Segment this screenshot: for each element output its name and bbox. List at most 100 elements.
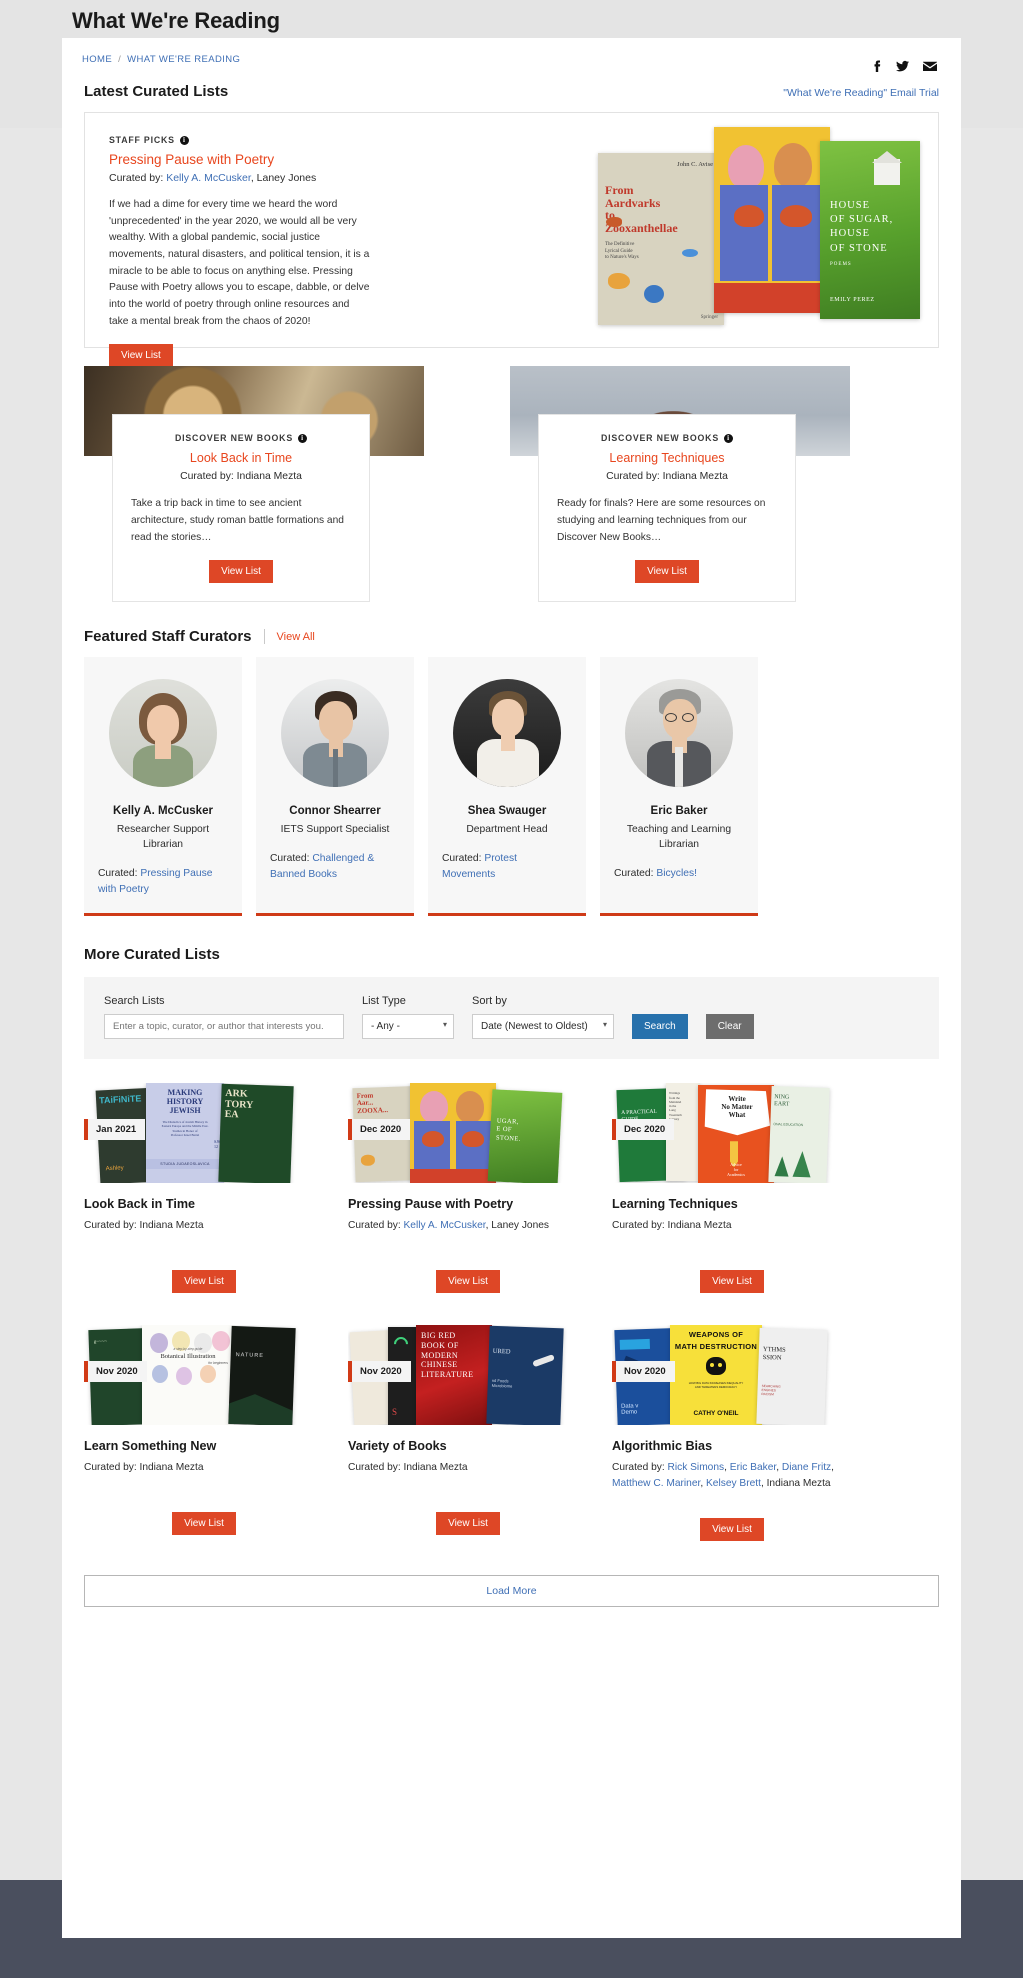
- list-button-wrap: View List: [348, 1256, 588, 1294]
- book-cover: [410, 1083, 496, 1184]
- info-icon[interactable]: i: [724, 433, 734, 443]
- social-links: [871, 60, 937, 73]
- view-list-button[interactable]: View List: [436, 1270, 500, 1294]
- list-card: Data v Demo WEAPONS OF MATH DESTRUCTION H…: [612, 1325, 852, 1541]
- discover-view-list-button[interactable]: View List: [635, 560, 699, 584]
- curator-role: Department Head: [466, 824, 548, 836]
- view-all-curators-link[interactable]: View All: [277, 631, 315, 643]
- date-badge: Nov 2020: [84, 1361, 147, 1383]
- section-title-curators: Featured Staff Curators: [84, 628, 252, 646]
- curator-link[interactable]: Eric Baker: [730, 1462, 776, 1473]
- page-title: What We're Reading: [72, 8, 280, 33]
- curated-list-link[interactable]: Bicycles!: [656, 868, 697, 879]
- info-icon[interactable]: i: [298, 433, 308, 443]
- curator-name: Shea Swauger: [467, 805, 547, 818]
- content-sheet: HOME / WHAT WE'RE READING Latest Curated L…: [62, 38, 961, 1938]
- facebook-icon[interactable]: [871, 60, 882, 73]
- list-type-group: List Type - Any -: [362, 995, 454, 1040]
- discover-kicker: DISCOVER NEW BOOKS i: [557, 433, 777, 443]
- book-cover: UGAR, E OF STONE.: [487, 1089, 563, 1184]
- list-title[interactable]: Algorithmic Bias: [612, 1439, 852, 1453]
- list-title[interactable]: Learning Techniques: [612, 1197, 852, 1211]
- hero-view-list-button[interactable]: View List: [109, 344, 173, 368]
- list-thumbnail: FromAar...ZOOXA... The Definitive Lyrica…: [348, 1083, 588, 1184]
- sort-label: Sort by: [472, 995, 507, 1008]
- list-thumbnail: A PRACTICALGUIDEFORFINDI... Writingsfrom…: [612, 1083, 852, 1184]
- divider: [263, 629, 265, 645]
- curator-link[interactable]: Kelsey Brett: [706, 1478, 761, 1489]
- book-cover-yellow-art: [714, 127, 830, 313]
- discover-description: Ready for finals? Here are some resource…: [557, 498, 766, 543]
- hero-kicker-label: STAFF PICKS: [109, 135, 175, 145]
- search-label: Search Lists: [104, 995, 165, 1008]
- breadcrumb-current[interactable]: WHAT WE'RE READING: [127, 54, 240, 65]
- curated-prefix: Curated by:: [612, 1462, 668, 1474]
- curator-card[interactable]: Connor Shearrer IETS Support Specialist …: [256, 657, 414, 917]
- curated-prefix: Curated:: [98, 868, 141, 880]
- book-cover: MAKING HISTORY JEWISH The Dialectics of Je…: [146, 1083, 224, 1184]
- book-cover: URED nd Foods Microbiome: [486, 1325, 564, 1426]
- hero-text-column: STAFF PICKS i Pressing Pause with Poetry…: [85, 113, 369, 368]
- avatar: [625, 679, 733, 788]
- view-list-button[interactable]: View List: [172, 1270, 236, 1294]
- twitter-icon[interactable]: [896, 60, 909, 73]
- hero-curator-link[interactable]: Kelly A. McCusker: [166, 172, 251, 184]
- load-more-wrap: Load More: [62, 1541, 961, 1637]
- curator-curated: Curated: Challenged & Banned Books: [270, 851, 400, 882]
- curator-link[interactable]: Matthew C. Mariner: [612, 1478, 700, 1489]
- search-button[interactable]: Search: [632, 1014, 688, 1040]
- curator-link[interactable]: Diane Fritz: [782, 1462, 831, 1473]
- list-button-wrap: View List: [84, 1498, 324, 1535]
- view-list-button[interactable]: View List: [436, 1511, 500, 1535]
- clear-button[interactable]: Clear: [705, 1014, 754, 1040]
- search-field-group: Search Lists: [104, 995, 344, 1040]
- hero-title-link[interactable]: Pressing Pause with Poetry: [109, 152, 367, 167]
- curator-name: Connor Shearrer: [289, 805, 381, 818]
- list-title[interactable]: Learn Something New: [84, 1439, 324, 1453]
- discover-kicker-label: DISCOVER NEW BOOKS: [174, 433, 294, 443]
- view-list-button[interactable]: View List: [700, 1270, 764, 1294]
- discover-title-link[interactable]: Look Back in Time: [131, 451, 351, 465]
- more-curated-header: More Curated Lists: [62, 916, 961, 963]
- list-button-wrap: View List: [84, 1256, 324, 1294]
- curator-card[interactable]: Eric Baker Teaching and Learning Librari…: [600, 657, 758, 917]
- email-icon[interactable]: [923, 61, 937, 72]
- list-curated-by: Curated by: Indiana Mezta: [84, 1218, 324, 1234]
- list-type-select[interactable]: - Any -: [362, 1014, 454, 1040]
- curated-names: Indiana Mezta: [139, 1462, 204, 1474]
- curator-card[interactable]: Shea Swauger Department Head Curated: Pr…: [428, 657, 586, 917]
- curated-prefix: Curated by:: [612, 1220, 668, 1232]
- curated-prefix: Curated:: [442, 853, 485, 865]
- curator-card[interactable]: Kelly A. McCusker Researcher Support Lib…: [84, 657, 242, 917]
- list-button-wrap: View List: [348, 1498, 588, 1535]
- list-title[interactable]: Pressing Pause with Poetry: [348, 1197, 588, 1211]
- date-badge: Jan 2021: [84, 1119, 146, 1141]
- curated-prefix: Curated by:: [84, 1220, 140, 1232]
- list-type-select-wrap: - Any -: [362, 1014, 454, 1040]
- sort-select[interactable]: Date (Newest to Oldest): [472, 1014, 614, 1040]
- list-card: NL S BIG REDBOOK OFMODERNCHINESELITERATU…: [348, 1325, 588, 1541]
- list-thumbnail: g~~~~ Botanical Illustration a step-by-s…: [84, 1325, 324, 1426]
- view-list-button[interactable]: View List: [172, 1511, 236, 1535]
- discover-title-link[interactable]: Learning Techniques: [557, 451, 777, 465]
- latest-curated-header: Latest Curated Lists "What We're Reading…: [62, 65, 961, 100]
- curator-name: Kelly A. McCusker: [113, 805, 213, 818]
- breadcrumb-home[interactable]: HOME: [82, 54, 112, 65]
- discover-view-list-button[interactable]: View List: [209, 560, 273, 584]
- curator-link[interactable]: Kelly A. McCusker: [404, 1220, 486, 1231]
- list-title[interactable]: Variety of Books: [348, 1439, 588, 1453]
- curator-link[interactable]: Rick Simons: [668, 1462, 725, 1473]
- list-title[interactable]: Look Back in Time: [84, 1197, 324, 1211]
- curated-prefix: Curated by:: [348, 1462, 404, 1474]
- email-trial-link[interactable]: "What We're Reading" Email Trial: [783, 87, 939, 99]
- search-input[interactable]: [104, 1014, 344, 1040]
- view-list-button[interactable]: View List: [700, 1517, 764, 1541]
- discover-kicker-label: DISCOVER NEW BOOKS: [600, 433, 720, 443]
- load-more-button[interactable]: Load More: [84, 1574, 939, 1607]
- info-icon[interactable]: i: [179, 135, 189, 145]
- breadcrumb-separator: /: [118, 54, 122, 65]
- curator-curated: Curated: Bicycles!: [614, 866, 744, 881]
- staff-pick-hero: STAFF PICKS i Pressing Pause with Poetry…: [84, 112, 939, 368]
- discover-button-wrap: View List: [557, 546, 777, 584]
- list-curated-by: Curated by: Indiana Mezta: [612, 1218, 852, 1234]
